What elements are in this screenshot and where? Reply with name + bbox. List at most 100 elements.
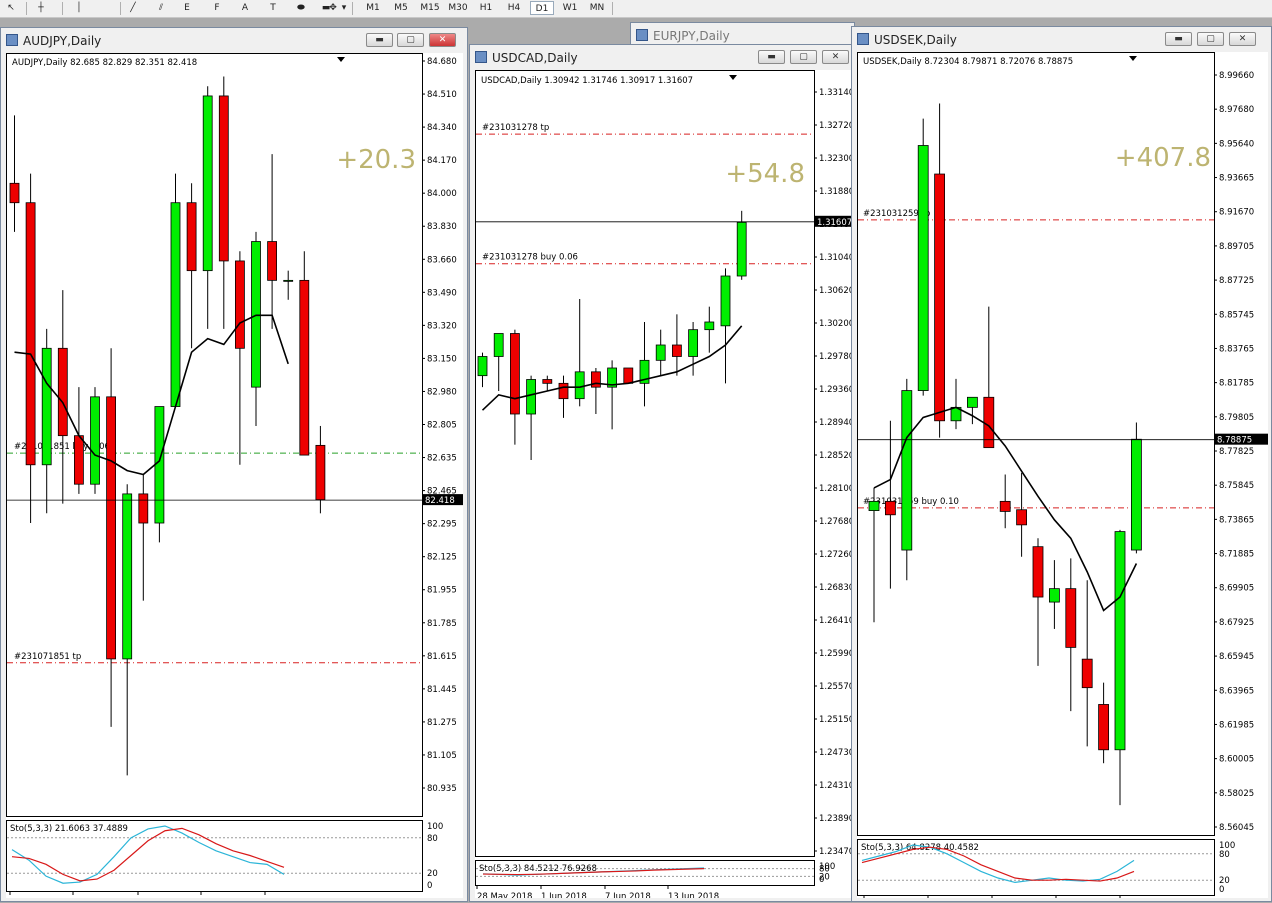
close-button[interactable]: ✕ xyxy=(429,33,456,47)
candle[interactable] xyxy=(1098,682,1110,764)
candle[interactable] xyxy=(267,154,278,329)
chart-area[interactable]: USDCAD,Daily 1.30942 1.31746 1.30917 1.3… xyxy=(475,70,854,898)
candle[interactable] xyxy=(884,420,896,589)
candle[interactable] xyxy=(999,474,1011,529)
candle[interactable] xyxy=(901,378,913,581)
candle[interactable] xyxy=(90,387,100,494)
candle-body-bull xyxy=(917,145,929,391)
candle[interactable] xyxy=(1081,580,1093,747)
candle[interactable] xyxy=(1130,422,1142,554)
candle-body-bull xyxy=(202,95,213,272)
minimize-button[interactable]: ▬ xyxy=(366,33,393,47)
candle[interactable] xyxy=(623,367,634,384)
candle[interactable] xyxy=(950,378,962,430)
timeframe-d1-button[interactable]: D1 xyxy=(530,1,554,15)
candle[interactable] xyxy=(154,406,165,543)
candle[interactable] xyxy=(671,314,682,376)
window-titlebar[interactable]: USDCAD,Daily ▬ ▢ ✕ xyxy=(470,45,857,69)
maximize-button[interactable]: ▢ xyxy=(790,50,817,64)
candle[interactable] xyxy=(1032,538,1044,666)
candle[interactable] xyxy=(917,118,929,396)
candle[interactable] xyxy=(218,76,229,329)
candle[interactable] xyxy=(704,306,715,353)
maximize-button[interactable]: ▢ xyxy=(397,33,424,47)
timeframe-h1-button[interactable]: H1 xyxy=(474,1,498,15)
close-button[interactable]: ✕ xyxy=(1229,32,1256,46)
candle-body-bear xyxy=(884,500,896,516)
candle[interactable] xyxy=(591,368,601,414)
current-price-label: 82.418 xyxy=(425,496,455,506)
candle[interactable] xyxy=(688,322,699,376)
horizontal-line-icon[interactable]: ╱ xyxy=(124,1,142,15)
candle[interactable] xyxy=(1048,560,1060,629)
candle[interactable] xyxy=(493,333,504,392)
candle[interactable] xyxy=(299,251,310,456)
candle-body-bear xyxy=(1065,588,1077,648)
cursor-icon[interactable]: ↖ xyxy=(2,1,20,15)
price-axis-label: 8.75845 xyxy=(1219,481,1254,491)
candle[interactable] xyxy=(251,231,261,426)
window-titlebar[interactable]: AUDJPY,Daily ▬ ▢ ✕ xyxy=(1,28,467,52)
ellipse-icon[interactable]: ⬬ xyxy=(292,1,310,15)
candle-body-bull xyxy=(283,279,294,282)
candle[interactable] xyxy=(234,251,245,465)
stochastic-label: Sto(5,3,3) 21.6063 37.4889 xyxy=(10,824,128,834)
chart-area[interactable]: USDSEK,Daily 8.72304 8.79871 8.72076 8.7… xyxy=(857,52,1268,898)
chart-window-usdcad[interactable]: USDCAD,Daily ▬ ▢ ✕ USDCAD,Daily 1.30942 … xyxy=(469,44,858,902)
candle[interactable] xyxy=(106,348,116,727)
candle[interactable] xyxy=(868,487,880,623)
timeframe-m5-button[interactable]: M5 xyxy=(389,1,413,15)
timeframe-w1-button[interactable]: W1 xyxy=(558,1,582,15)
candle[interactable] xyxy=(25,173,36,524)
dropdown-arrow-icon[interactable]: ▾ xyxy=(340,1,348,15)
candle[interactable] xyxy=(122,484,133,776)
candle[interactable] xyxy=(542,375,553,391)
close-button[interactable]: ✕ xyxy=(822,50,849,64)
timeframe-m30-button[interactable]: M30 xyxy=(446,1,470,15)
candle[interactable] xyxy=(558,375,569,418)
candle[interactable] xyxy=(574,299,585,407)
minimize-button[interactable]: ▬ xyxy=(1165,32,1192,46)
candle-body-bear xyxy=(542,379,553,384)
candle[interactable] xyxy=(655,329,666,376)
price-axis-label: 83.490 xyxy=(427,288,457,298)
timeframe-mn-button[interactable]: MN xyxy=(585,1,609,15)
text-label-icon[interactable]: T xyxy=(264,1,282,15)
minimize-button[interactable]: ▬ xyxy=(758,50,785,64)
candle[interactable] xyxy=(607,360,618,430)
candle[interactable] xyxy=(510,329,520,445)
maximize-button[interactable]: ▢ xyxy=(1197,32,1224,46)
trendline-icon[interactable]: ⫽ xyxy=(152,1,170,15)
chart-window-audjpy[interactable]: AUDJPY,Daily ▬ ▢ ✕ AUDJPY,Daily 82.685 8… xyxy=(0,27,468,902)
chart-window-usdsek[interactable]: USDSEK,Daily ▬ ▢ ✕ USDSEK,Daily 8.72304 … xyxy=(851,26,1272,902)
candle[interactable] xyxy=(202,86,213,329)
candle[interactable] xyxy=(9,115,20,232)
window-titlebar[interactable]: USDSEK,Daily ▬ ▢ ✕ xyxy=(852,27,1271,51)
channel-icon[interactable]: E xyxy=(178,1,196,15)
candle[interactable] xyxy=(1114,529,1126,806)
candle[interactable] xyxy=(934,103,945,438)
candle[interactable] xyxy=(1016,472,1028,557)
chart-area[interactable]: AUDJPY,Daily 82.685 82.829 82.351 82.418… xyxy=(6,53,463,898)
candle[interactable] xyxy=(477,352,488,388)
candle[interactable] xyxy=(1065,558,1077,712)
candle[interactable] xyxy=(283,270,294,300)
timeframe-h4-button[interactable]: H4 xyxy=(502,1,526,15)
candle[interactable] xyxy=(639,322,650,407)
candle[interactable] xyxy=(57,290,68,504)
candle[interactable] xyxy=(720,268,731,384)
timeframe-m1-button[interactable]: M1 xyxy=(361,1,385,15)
candle[interactable] xyxy=(186,183,197,349)
candle[interactable] xyxy=(138,474,149,601)
vertical-line-icon[interactable]: │ xyxy=(70,1,88,15)
fibonacci-icon[interactable]: F xyxy=(208,1,226,15)
candle[interactable] xyxy=(170,173,181,407)
candle[interactable] xyxy=(736,210,747,280)
candle[interactable] xyxy=(967,396,978,425)
text-icon[interactable]: A xyxy=(236,1,254,15)
stochastic-level-label: 0 xyxy=(819,875,824,885)
crosshair-icon[interactable]: ┼ xyxy=(32,1,50,15)
timeframe-m15-button[interactable]: M15 xyxy=(418,1,442,15)
candle[interactable] xyxy=(41,328,52,514)
candle[interactable] xyxy=(526,375,536,460)
